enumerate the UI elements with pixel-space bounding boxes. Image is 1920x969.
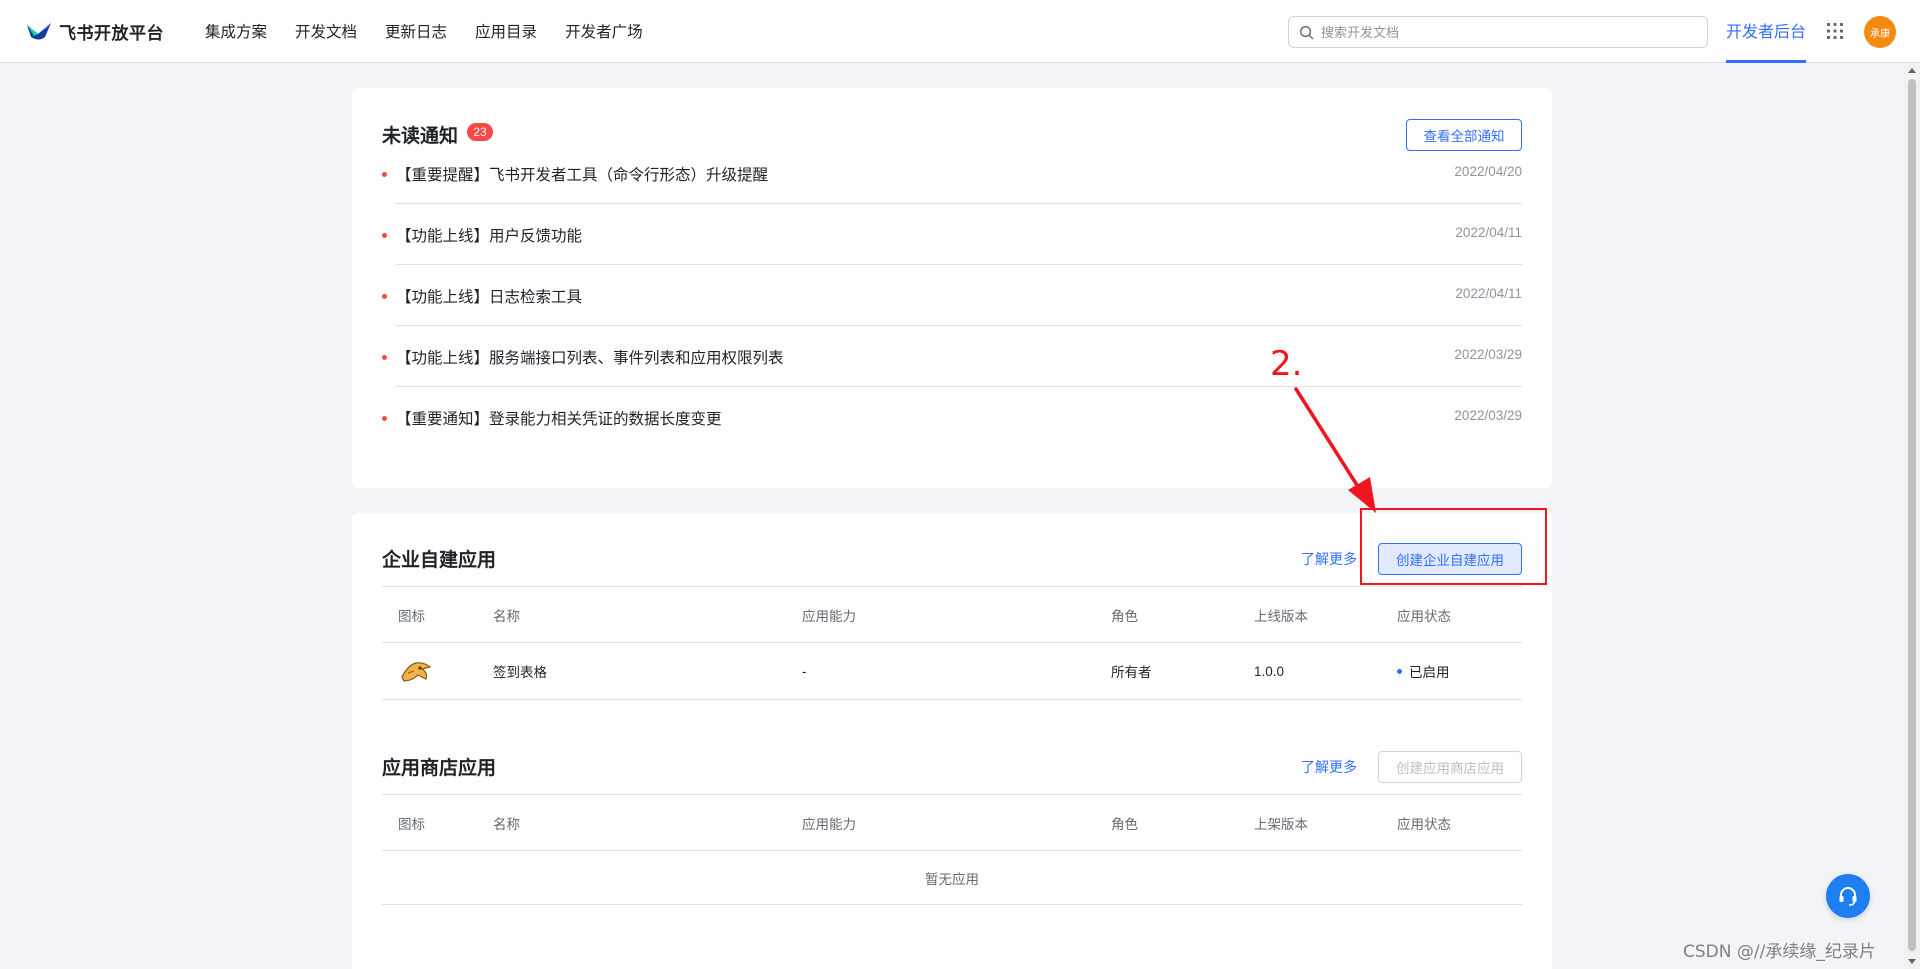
empty-state: 暂无应用 [382,851,1522,905]
table-row[interactable]: 签到表格 - 所有者 1.0.0 已启用 [382,643,1522,700]
nav-changelog[interactable]: 更新日志 [385,20,447,42]
app-status: 已启用 [1397,643,1450,699]
search-box[interactable] [1288,16,1708,48]
unread-dot [382,416,387,421]
app-grid-icon[interactable] [1826,22,1844,40]
unread-dot [382,172,387,177]
annotation-arrow-icon [1294,387,1376,513]
col-version: 上线版本 [1254,608,1308,624]
notice-item[interactable]: 【重要提醒】飞书开发者工具（命令行形态）升级提醒 2022/04/20 [382,143,1522,204]
app-status-text: 已启用 [1409,665,1450,680]
col-role: 角色 [1111,608,1138,624]
notice-item[interactable]: 【功能上线】日志检索工具 2022/04/11 [382,265,1522,326]
app-logo-icon [401,662,432,682]
notice-title: 【功能上线】服务端接口列表、事件列表和应用权限列表 [396,350,784,367]
notice-date: 2022/03/29 [1454,408,1522,423]
scroll-down-arrow-icon[interactable] [1908,959,1916,964]
notice-date: 2022/04/20 [1454,164,1522,179]
developer-console-tab[interactable]: 开发者后台 [1726,0,1806,63]
store-apps-table: 图标 名称 应用能力 角色 上架版本 应用状态 暂无应用 [382,794,1522,905]
app-icon-cell [398,643,434,699]
feishu-logo-icon [27,23,51,40]
customer-service-button[interactable] [1826,874,1870,918]
col-icon: 图标 [398,608,425,624]
table-header: 图标 名称 应用能力 角色 上架版本 应用状态 [382,794,1522,851]
logo-text: 飞书开放平台 [59,23,164,43]
custom-apps-table: 图标 名称 应用能力 角色 上线版本 应用状态 签到表格 - 所有者 1.0.0… [382,586,1522,700]
notice-date: 2022/03/29 [1454,347,1522,362]
unread-dot [382,294,387,299]
store-apps-learn-more-link[interactable]: 了解更多 [1301,757,1357,777]
nav-developer-square[interactable]: 开发者广场 [565,20,643,42]
scroll-up-arrow-icon[interactable] [1908,68,1916,73]
unread-dot [382,355,387,360]
notice-date: 2022/04/11 [1455,225,1522,240]
store-apps-title: 应用商店应用 [382,758,497,779]
custom-apps-learn-more-link[interactable]: 了解更多 [1301,549,1357,569]
notice-date: 2022/04/11 [1455,286,1522,301]
scroll-thumb[interactable] [1908,79,1916,951]
annotation-step-label: 2. [1270,344,1303,384]
col-icon: 图标 [398,816,425,832]
watermark: CSDN @//承续缘_纪录片 [1683,942,1876,962]
headset-icon [1839,887,1857,906]
col-version: 上架版本 [1254,816,1308,832]
app-role: 所有者 [1111,665,1152,680]
col-status: 应用状态 [1397,608,1451,624]
top-navigation-bar: 飞书开放平台 集成方案 开发文档 更新日志 应用目录 开发者广场 开发者后台 承… [0,0,1920,63]
notice-title: 【功能上线】用户反馈功能 [396,228,583,245]
search-input[interactable] [1321,24,1701,40]
main-nav: 集成方案 开发文档 更新日志 应用目录 开发者广场 [205,20,671,42]
table-header: 图标 名称 应用能力 角色 上线版本 应用状态 [382,586,1522,643]
app-capability: - [802,663,807,679]
app-version: 1.0.0 [1254,663,1285,679]
col-capability: 应用能力 [802,608,856,624]
notice-title: 【功能上线】日志检索工具 [396,289,583,306]
nav-dev-docs[interactable]: 开发文档 [295,20,357,42]
custom-apps-title: 企业自建应用 [382,550,497,571]
nav-integration-solutions[interactable]: 集成方案 [205,20,267,42]
col-capability: 应用能力 [802,816,856,832]
col-role: 角色 [1111,816,1138,832]
user-avatar[interactable]: 承康 [1864,16,1896,48]
notice-title: 【重要提醒】飞书开发者工具（命令行形态）升级提醒 [396,167,769,184]
page-scrollbar[interactable] [1904,63,1920,969]
notice-title: 【重要通知】登录能力相关凭证的数据长度变更 [396,411,722,428]
col-name: 名称 [493,608,520,624]
notice-item[interactable]: 【功能上线】用户反馈功能 2022/04/11 [382,204,1522,265]
notice-item[interactable]: 【功能上线】服务端接口列表、事件列表和应用权限列表 2022/03/29 [382,326,1522,387]
col-name: 名称 [493,816,520,832]
col-status: 应用状态 [1397,816,1451,832]
search-icon [1299,25,1314,39]
nav-app-directory[interactable]: 应用目录 [475,20,537,42]
app-name[interactable]: 签到表格 [493,643,547,699]
unread-dot [382,233,387,238]
status-dot [1397,668,1402,674]
create-store-app-button: 创建应用商店应用 [1378,751,1522,783]
unread-count-badge: 23 [467,123,493,141]
logo[interactable]: 飞书开放平台 [25,19,164,44]
annotation-highlight-box [1360,508,1547,585]
